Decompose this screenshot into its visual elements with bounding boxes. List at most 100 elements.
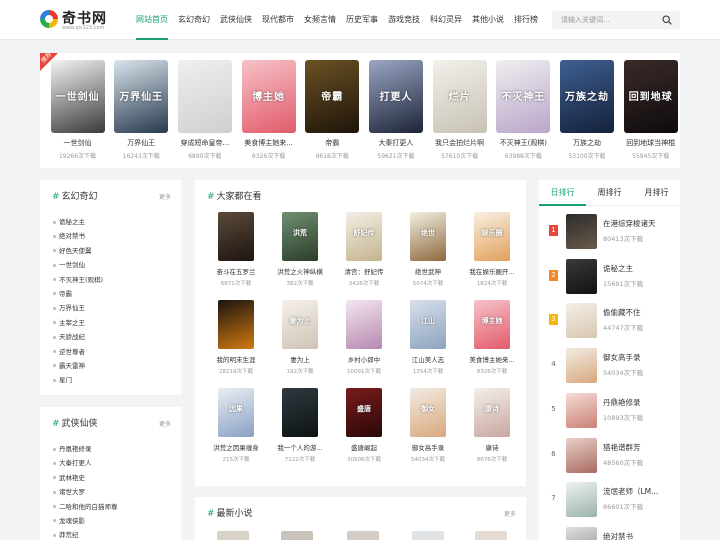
banner-book-card[interactable]: 打更人 大秦打更人 59621次下载 [364, 60, 427, 160]
book-title[interactable]: 流氓老师（LM... [603, 486, 658, 497]
book-title[interactable]: 清宫：舒妃传 [331, 266, 397, 276]
tab-daily[interactable]: 日排行 [539, 180, 586, 206]
book-title[interactable]: 美食博主她来... [237, 138, 300, 148]
site-logo[interactable]: 奇书网 www.qis123.com [40, 8, 130, 32]
book-title[interactable]: 洪荒之火神纵横 [267, 266, 333, 276]
book-cover[interactable] [566, 214, 597, 249]
ranking-row[interactable]: 5 丹鼎艳修录 10893次下载 [549, 392, 677, 430]
ranking-row[interactable]: 2 诡秘之主 15691次下载 [549, 258, 677, 296]
book-cover[interactable] [177, 60, 232, 133]
watching-book-card[interactable]: 盛唐 盛唐崛起 30506次下载 [331, 388, 397, 463]
book-cover[interactable]: 烂片 [432, 60, 487, 133]
book-cover[interactable] [566, 437, 597, 473]
watching-book-card[interactable]: 舒妃传 清宫：舒妃传 3426次下载 [331, 212, 397, 287]
book-title[interactable]: 在港综穿梭诸天 [603, 218, 656, 229]
banner-book-card[interactable]: 一世剑仙 一世剑仙 19266次下载 [46, 60, 109, 160]
ranking-row[interactable]: 4 御女高手录 54034次下载 [549, 347, 677, 385]
watching-book-card[interactable]: 江山 江山美人志 1354次下载 [395, 300, 461, 375]
more-link[interactable]: 更多 [504, 509, 516, 518]
book-cover[interactable]: 万族之劫 [560, 60, 614, 133]
book-cover[interactable]: 一世剑仙 [50, 60, 105, 133]
book-cover[interactable]: 帝霸 [305, 60, 360, 133]
category-list-item[interactable]: 诸世大罗 [53, 485, 118, 499]
book-cover[interactable]: 不灭神王 [496, 60, 551, 133]
book-cover[interactable] [566, 303, 597, 339]
book-title[interactable]: 猎艳谱群芳 [603, 442, 641, 453]
book-title[interactable]: 康诗 [459, 442, 525, 452]
watching-book-card[interactable]: 因果 洪荒之因果缠身 215次下载 [203, 388, 269, 463]
book-cover[interactable]: 盛唐 [346, 388, 382, 437]
book-cover[interactable] [566, 482, 597, 518]
banner-book-card[interactable]: 帝霸 帝霸 9618次下载 [301, 60, 364, 160]
book-title[interactable]: 御女高手录 [395, 442, 461, 452]
category-list-item[interactable]: 万界仙王 [53, 301, 103, 315]
book-title[interactable]: 美食博主她来... [459, 354, 525, 364]
nav-item[interactable]: 历史军事 [346, 0, 378, 40]
book-title[interactable]: 我在娱乐圈开... [459, 266, 525, 276]
book-title[interactable]: 江山美人志 [395, 354, 461, 364]
book-title[interactable]: 回到地球当神棍 [619, 138, 682, 148]
book-cover[interactable]: 妻为上 [282, 300, 318, 349]
book-title[interactable]: 我的明末生涯 [203, 354, 269, 364]
category-list-item[interactable]: 帝霸 [53, 287, 103, 301]
book-cover[interactable]: 万界仙王 [114, 60, 169, 133]
ranking-row[interactable]: 8绝对禁书 [549, 526, 677, 540]
book-title[interactable]: 妻为上 [267, 354, 333, 364]
watching-book-card[interactable]: 奋斗在五罗兰 6671次下载 [203, 212, 269, 287]
watching-book-card[interactable]: 妻为上 妻为上 192次下载 [267, 300, 333, 375]
nav-item[interactable]: 武侠仙侠 [220, 0, 252, 40]
book-cover[interactable]: 康诗 [474, 388, 510, 437]
book-cover[interactable]: 打更人 [368, 60, 423, 133]
book-title[interactable]: 万界仙王 [110, 138, 173, 148]
nav-item[interactable]: 网站首页 [136, 0, 168, 40]
book-cover[interactable]: 江山 [410, 300, 446, 349]
newest-book-cover[interactable] [412, 531, 444, 540]
banner-book-card[interactable]: 万界仙王 万界仙王 16243次下载 [110, 60, 173, 160]
ranking-row[interactable]: 1 在港综穿梭诸天 80413次下载 [549, 213, 677, 251]
banner-book-card[interactable]: 万族之劫 万族之劫 53100次下载 [556, 60, 619, 160]
book-cover[interactable]: 回到地球 [623, 60, 678, 133]
book-title[interactable]: 帝霸 [301, 138, 364, 148]
book-cover[interactable]: 娱乐圈 [474, 212, 510, 261]
more-link[interactable]: 更多 [159, 192, 171, 201]
book-cover[interactable] [566, 392, 597, 428]
book-title[interactable]: 一世剑仙 [46, 138, 109, 148]
book-title[interactable]: 丹鼎艳修录 [603, 397, 641, 408]
book-title[interactable]: 不灭神王(观棋) [492, 138, 555, 148]
watching-book-card[interactable]: 乡村小郎中 10091次下载 [331, 300, 397, 375]
newest-book-cover[interactable] [347, 531, 379, 540]
book-cover[interactable] [282, 388, 318, 437]
book-cover[interactable] [566, 526, 597, 540]
category-list-item[interactable]: 霸天雷神 [53, 359, 103, 373]
nav-item[interactable]: 现代都市 [262, 0, 294, 40]
banner-book-card[interactable]: 穿成短命皇帝... 6890次下载 [173, 60, 236, 160]
category-list-item[interactable]: 诡秘之主 [53, 215, 103, 229]
book-cover[interactable]: 舒妃传 [346, 212, 382, 261]
banner-book-card[interactable]: 烂片 我只会拍烂片啊 57610次下载 [428, 60, 491, 160]
category-list-item[interactable]: 龙魂侠影 [53, 514, 118, 528]
search-input[interactable] [552, 11, 660, 29]
watching-book-card[interactable]: 洪荒 洪荒之火神纵横 382次下载 [267, 212, 333, 287]
ranking-row[interactable]: 7 流氓老师（LM... 86601次下载 [549, 481, 677, 519]
tab-monthly[interactable]: 月排行 [633, 180, 680, 206]
category-list-item[interactable]: 不灭神王(观棋) [53, 273, 103, 287]
banner-book-card[interactable]: 博主她 美食博主她来... 8326次下载 [237, 60, 300, 160]
category-list-item[interactable]: 绝对禁书 [53, 229, 103, 243]
book-title[interactable]: 盛唐崛起 [331, 442, 397, 452]
nav-item[interactable]: 游戏竞技 [388, 0, 420, 40]
book-cover[interactable]: 因果 [218, 388, 254, 437]
banner-book-card[interactable]: 不灭神王 不灭神王(观棋) 63988次下载 [492, 60, 555, 160]
watching-book-card[interactable]: 娱乐圈 我在娱乐圈开... 1824次下载 [459, 212, 525, 287]
book-title[interactable]: 我一个人的游... [267, 442, 333, 452]
watching-book-card[interactable]: 御女 御女高手录 54034次下载 [395, 388, 461, 463]
book-title[interactable]: 诡秘之主 [603, 263, 633, 274]
nav-item[interactable]: 其他小说 [472, 0, 504, 40]
book-title[interactable]: 绝对禁书 [603, 531, 633, 540]
nav-item[interactable]: 科幻灵异 [430, 0, 462, 40]
book-title[interactable]: 奋斗在五罗兰 [203, 266, 269, 276]
book-cover[interactable] [346, 300, 382, 349]
category-list-item[interactable]: 好色天使翼 [53, 244, 103, 258]
book-title[interactable]: 偷偷藏不住 [603, 307, 641, 318]
ranking-row[interactable]: 6 猎艳谱群芳 48560次下载 [549, 437, 677, 475]
watching-book-card[interactable]: 我一个人的游... 7122次下载 [267, 388, 333, 463]
